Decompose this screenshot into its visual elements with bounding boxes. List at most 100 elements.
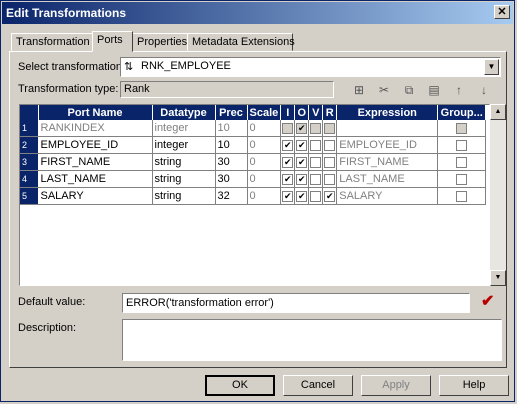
flag-o-checkbox[interactable]: ✔ [296, 173, 308, 185]
table-row[interactable]: 1 RANKINDEX integer 10 0 ✔ [20, 120, 487, 137]
port-name-cell[interactable]: SALARY [38, 187, 153, 205]
expression-cell[interactable]: LAST_NAME [336, 170, 439, 188]
datatype-cell[interactable]: integer [152, 136, 216, 154]
prec-cell[interactable]: 30 [215, 153, 248, 171]
ok-button[interactable]: OK [205, 375, 275, 396]
prec-cell[interactable]: 10 [215, 120, 248, 137]
col-scale[interactable]: Scale [247, 105, 282, 120]
row-number-header [20, 105, 39, 120]
datatype-cell[interactable]: string [152, 153, 216, 171]
row-number[interactable]: 5 [20, 187, 39, 205]
flag-r-checkbox[interactable] [324, 156, 336, 168]
flag-o-checkbox[interactable]: ✔ [296, 139, 308, 151]
port-name-cell[interactable]: LAST_NAME [38, 170, 153, 188]
col-output[interactable]: O [294, 105, 310, 120]
tab-metadata-extensions[interactable]: Metadata Extensions [187, 33, 295, 51]
new-port-icon[interactable]: ⊞ [349, 81, 369, 99]
col-expression[interactable]: Expression [336, 105, 439, 120]
col-input[interactable]: I [280, 105, 296, 120]
cancel-button[interactable]: Cancel [283, 375, 353, 396]
expression-cell[interactable]: EMPLOYEE_ID [336, 136, 439, 154]
port-name-cell[interactable]: EMPLOYEE_ID [38, 136, 153, 154]
move-up-icon[interactable]: ↑ [449, 81, 469, 99]
port-name-cell[interactable]: RANKINDEX [38, 120, 153, 137]
scale-cell[interactable]: 0 [247, 120, 282, 137]
expression-cell[interactable]: FIRST_NAME [336, 153, 439, 171]
scale-cell[interactable]: 0 [247, 153, 282, 171]
group-by-cell [437, 136, 487, 154]
col-prec[interactable]: Prec [215, 105, 248, 120]
group-by-checkbox[interactable] [456, 122, 468, 134]
row-number[interactable]: 1 [20, 120, 39, 137]
row-number[interactable]: 2 [20, 136, 39, 154]
group-by-checkbox[interactable] [456, 139, 468, 151]
flag-o-checkbox[interactable]: ✔ [296, 190, 308, 202]
apply-button[interactable]: Apply [361, 375, 431, 396]
flag-i-checkbox[interactable] [282, 122, 294, 134]
copy-icon[interactable]: ⧉ [399, 81, 419, 99]
prec-cell[interactable]: 30 [215, 170, 248, 188]
flag-o-checkbox[interactable]: ✔ [296, 122, 308, 134]
table-row[interactable]: 3 FIRST_NAME string 30 0 ✔ ✔ FIRST_NAME [20, 153, 487, 171]
prec-cell[interactable]: 32 [215, 187, 248, 205]
ports-grid-body: 1 RANKINDEX integer 10 0 ✔ 2 EMPLOYEE_ID integer… [20, 120, 487, 205]
datatype-cell[interactable]: string [152, 170, 216, 188]
default-value-input[interactable]: ERROR('transformation error') [122, 293, 470, 313]
flag-i-checkbox[interactable]: ✔ [282, 173, 294, 185]
chevron-down-icon[interactable]: ▼ [484, 59, 499, 75]
tab-properties[interactable]: Properties [132, 33, 188, 51]
datatype-cell[interactable]: string [152, 187, 216, 205]
flag-v-cell [308, 120, 324, 137]
scroll-up-icon[interactable]: ▲ [490, 104, 506, 120]
flag-v-checkbox[interactable] [310, 122, 322, 134]
flag-v-checkbox[interactable] [310, 156, 322, 168]
flag-r-checkbox[interactable] [324, 122, 336, 134]
port-name-cell[interactable]: FIRST_NAME [38, 153, 153, 171]
flag-r-checkbox[interactable]: ✔ [324, 190, 336, 202]
flag-v-checkbox[interactable] [310, 190, 322, 202]
flag-i-checkbox[interactable]: ✔ [282, 156, 294, 168]
prec-cell[interactable]: 10 [215, 136, 248, 154]
grid-vertical-scrollbar[interactable]: ▲ ▼ [490, 104, 506, 286]
flag-v-checkbox[interactable] [310, 139, 322, 151]
flag-o-cell: ✔ [294, 153, 310, 171]
datatype-cell[interactable]: integer [152, 120, 216, 137]
col-group-by[interactable]: Group... [437, 105, 487, 120]
col-variable[interactable]: V [308, 105, 324, 120]
validate-checkmark-icon[interactable]: ✔ [481, 294, 497, 310]
cut-icon[interactable]: ✂ [374, 81, 394, 99]
flag-r-checkbox[interactable] [324, 173, 336, 185]
scale-cell[interactable]: 0 [247, 136, 282, 154]
col-rank[interactable]: R [322, 105, 338, 120]
table-row[interactable]: 4 LAST_NAME string 30 0 ✔ ✔ LAST_NAME [20, 170, 487, 188]
flag-o-checkbox[interactable]: ✔ [296, 156, 308, 168]
col-port-name[interactable]: Port Name [38, 105, 153, 120]
flag-r-cell [322, 136, 338, 154]
scale-cell[interactable]: 0 [247, 187, 282, 205]
select-transformation-combo[interactable]: ⇅ RNK_EMPLOYEE ▼ [120, 57, 501, 77]
flag-i-checkbox[interactable]: ✔ [282, 190, 294, 202]
scale-cell[interactable]: 0 [247, 170, 282, 188]
row-number[interactable]: 3 [20, 153, 39, 171]
close-button[interactable]: ✕ [494, 5, 510, 19]
description-textarea[interactable] [122, 319, 502, 361]
expression-cell[interactable]: SALARY [336, 187, 439, 205]
flag-v-checkbox[interactable] [310, 173, 322, 185]
tab-ports[interactable]: Ports [92, 31, 133, 52]
group-by-checkbox[interactable] [456, 173, 468, 185]
move-down-icon[interactable]: ↓ [474, 81, 494, 99]
table-row[interactable]: 5 SALARY string 32 0 ✔ ✔ ✔ SALARY [20, 187, 487, 205]
help-button[interactable]: Help [439, 375, 509, 396]
flag-r-checkbox[interactable] [324, 139, 336, 151]
flag-i-checkbox[interactable]: ✔ [282, 139, 294, 151]
table-row[interactable]: 2 EMPLOYEE_ID integer 10 0 ✔ ✔ EMPLOYEE_ID [20, 136, 487, 154]
col-datatype[interactable]: Datatype [152, 105, 216, 120]
group-by-checkbox[interactable] [456, 190, 468, 202]
flag-i-cell: ✔ [280, 187, 296, 205]
group-by-checkbox[interactable] [456, 156, 468, 168]
tab-transformation[interactable]: Transformation [11, 33, 93, 51]
row-number[interactable]: 4 [20, 170, 39, 188]
paste-icon[interactable]: ▤ [424, 81, 444, 99]
scroll-down-icon[interactable]: ▼ [490, 270, 506, 286]
expression-cell[interactable] [336, 120, 439, 137]
